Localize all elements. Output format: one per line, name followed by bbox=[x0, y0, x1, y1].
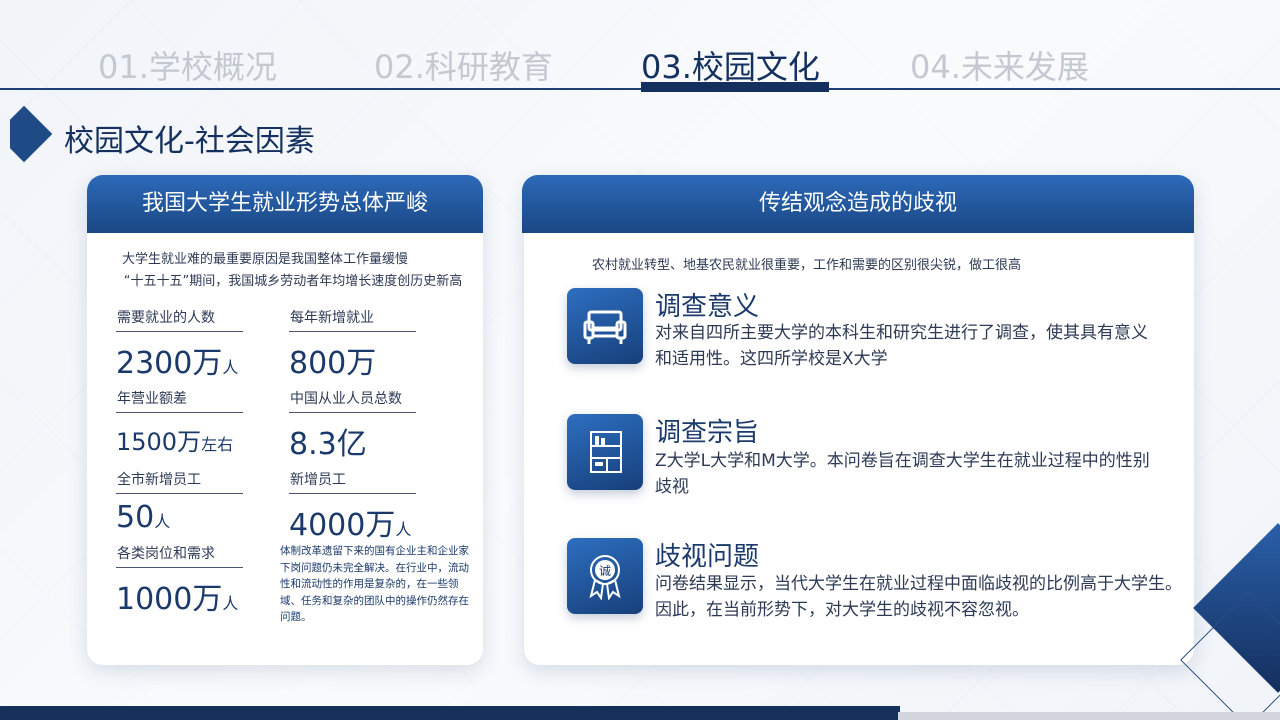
badge-character: 诚 bbox=[599, 564, 611, 578]
bookshelf-icon bbox=[567, 414, 643, 490]
stat-label: 新增员工 bbox=[290, 472, 346, 488]
stat-label: 中国从业人员总数 bbox=[290, 391, 402, 407]
item-title: 调查宗旨 bbox=[655, 418, 760, 448]
stat-divider bbox=[116, 331, 243, 332]
tab-future-development[interactable]: 04.未来发展 bbox=[910, 42, 1089, 88]
stat-label: 全市新增员工 bbox=[117, 472, 201, 488]
stat-label: 年营业额差 bbox=[117, 391, 187, 407]
item-title: 调查意义 bbox=[655, 292, 760, 322]
card-header: 传结观念造成的歧视 bbox=[522, 175, 1194, 233]
stat-value: 50人 bbox=[116, 500, 171, 535]
badge-icon: 诚 bbox=[567, 538, 643, 614]
reform-note: 体制改革遗留下来的国有企业主和企业家下岗问题仍未完全解决。在行业中，流动性和流动… bbox=[280, 545, 469, 623]
stat-divider bbox=[289, 493, 416, 494]
stat-label: 各类岗位和需求 bbox=[117, 546, 215, 562]
stat-label: 需要就业的人数 bbox=[117, 310, 215, 326]
stat-divider bbox=[116, 493, 243, 494]
intro-text-line1: 大学生就业难的最重要原因是我国整体工作量缓慢 bbox=[122, 252, 409, 267]
item-description: 对来自四所主要大学的本科生和研究生进行了调查，使其具有意义和适用性。这四所学校是… bbox=[655, 323, 1148, 369]
active-tab-indicator bbox=[641, 82, 829, 92]
stat-value: 2300万人 bbox=[116, 346, 239, 381]
stat-label: 每年新增就业 bbox=[290, 310, 374, 326]
item-description: Z大学L大学和M大学。本问卷旨在调查大学生在就业过程中的性别歧视 bbox=[655, 451, 1150, 497]
stat-value: 1000万人 bbox=[116, 582, 239, 617]
bottom-bar-tip bbox=[880, 706, 896, 720]
section-title: 校园文化-社会因素 bbox=[64, 124, 315, 159]
item-description: 问卷结果显示，当代大学生在就业过程中面临歧视的比例高于大学生。因此，在当前形势下… bbox=[655, 574, 1182, 620]
stat-divider bbox=[289, 331, 416, 332]
nav-divider bbox=[0, 88, 1280, 90]
diamond-edge-mask bbox=[0, 108, 10, 164]
sofa-icon bbox=[567, 288, 643, 364]
bottom-bar bbox=[0, 706, 900, 720]
tab-school-overview[interactable]: 01.学校概况 bbox=[98, 42, 277, 88]
stat-divider bbox=[116, 567, 243, 568]
right-intro-text: 农村就业转型、地基农民就业很重要，工作和需要的区别很尖锐，做工很高 bbox=[592, 258, 1022, 273]
stat-divider bbox=[116, 412, 243, 413]
stat-value: 4000万人 bbox=[289, 508, 412, 543]
item-title: 歧视问题 bbox=[655, 542, 760, 572]
card-header: 我国大学生就业形势总体严峻 bbox=[87, 175, 483, 233]
intro-text-line2: “十五十五”期间，我国城乡劳动者年均增长速度创历史新高 bbox=[123, 274, 463, 289]
tab-research-education[interactable]: 02.科研教育 bbox=[374, 42, 553, 88]
top-navigation: 01.学校概况 02.科研教育 03.校园文化 04.未来发展 bbox=[0, 0, 1280, 92]
stat-value: 1500万左右 bbox=[116, 428, 234, 456]
stat-value: 8.3亿 bbox=[289, 427, 367, 462]
stat-divider bbox=[289, 412, 416, 413]
bottom-bar-gray bbox=[898, 712, 1280, 720]
stat-value: 800万 bbox=[289, 346, 377, 381]
